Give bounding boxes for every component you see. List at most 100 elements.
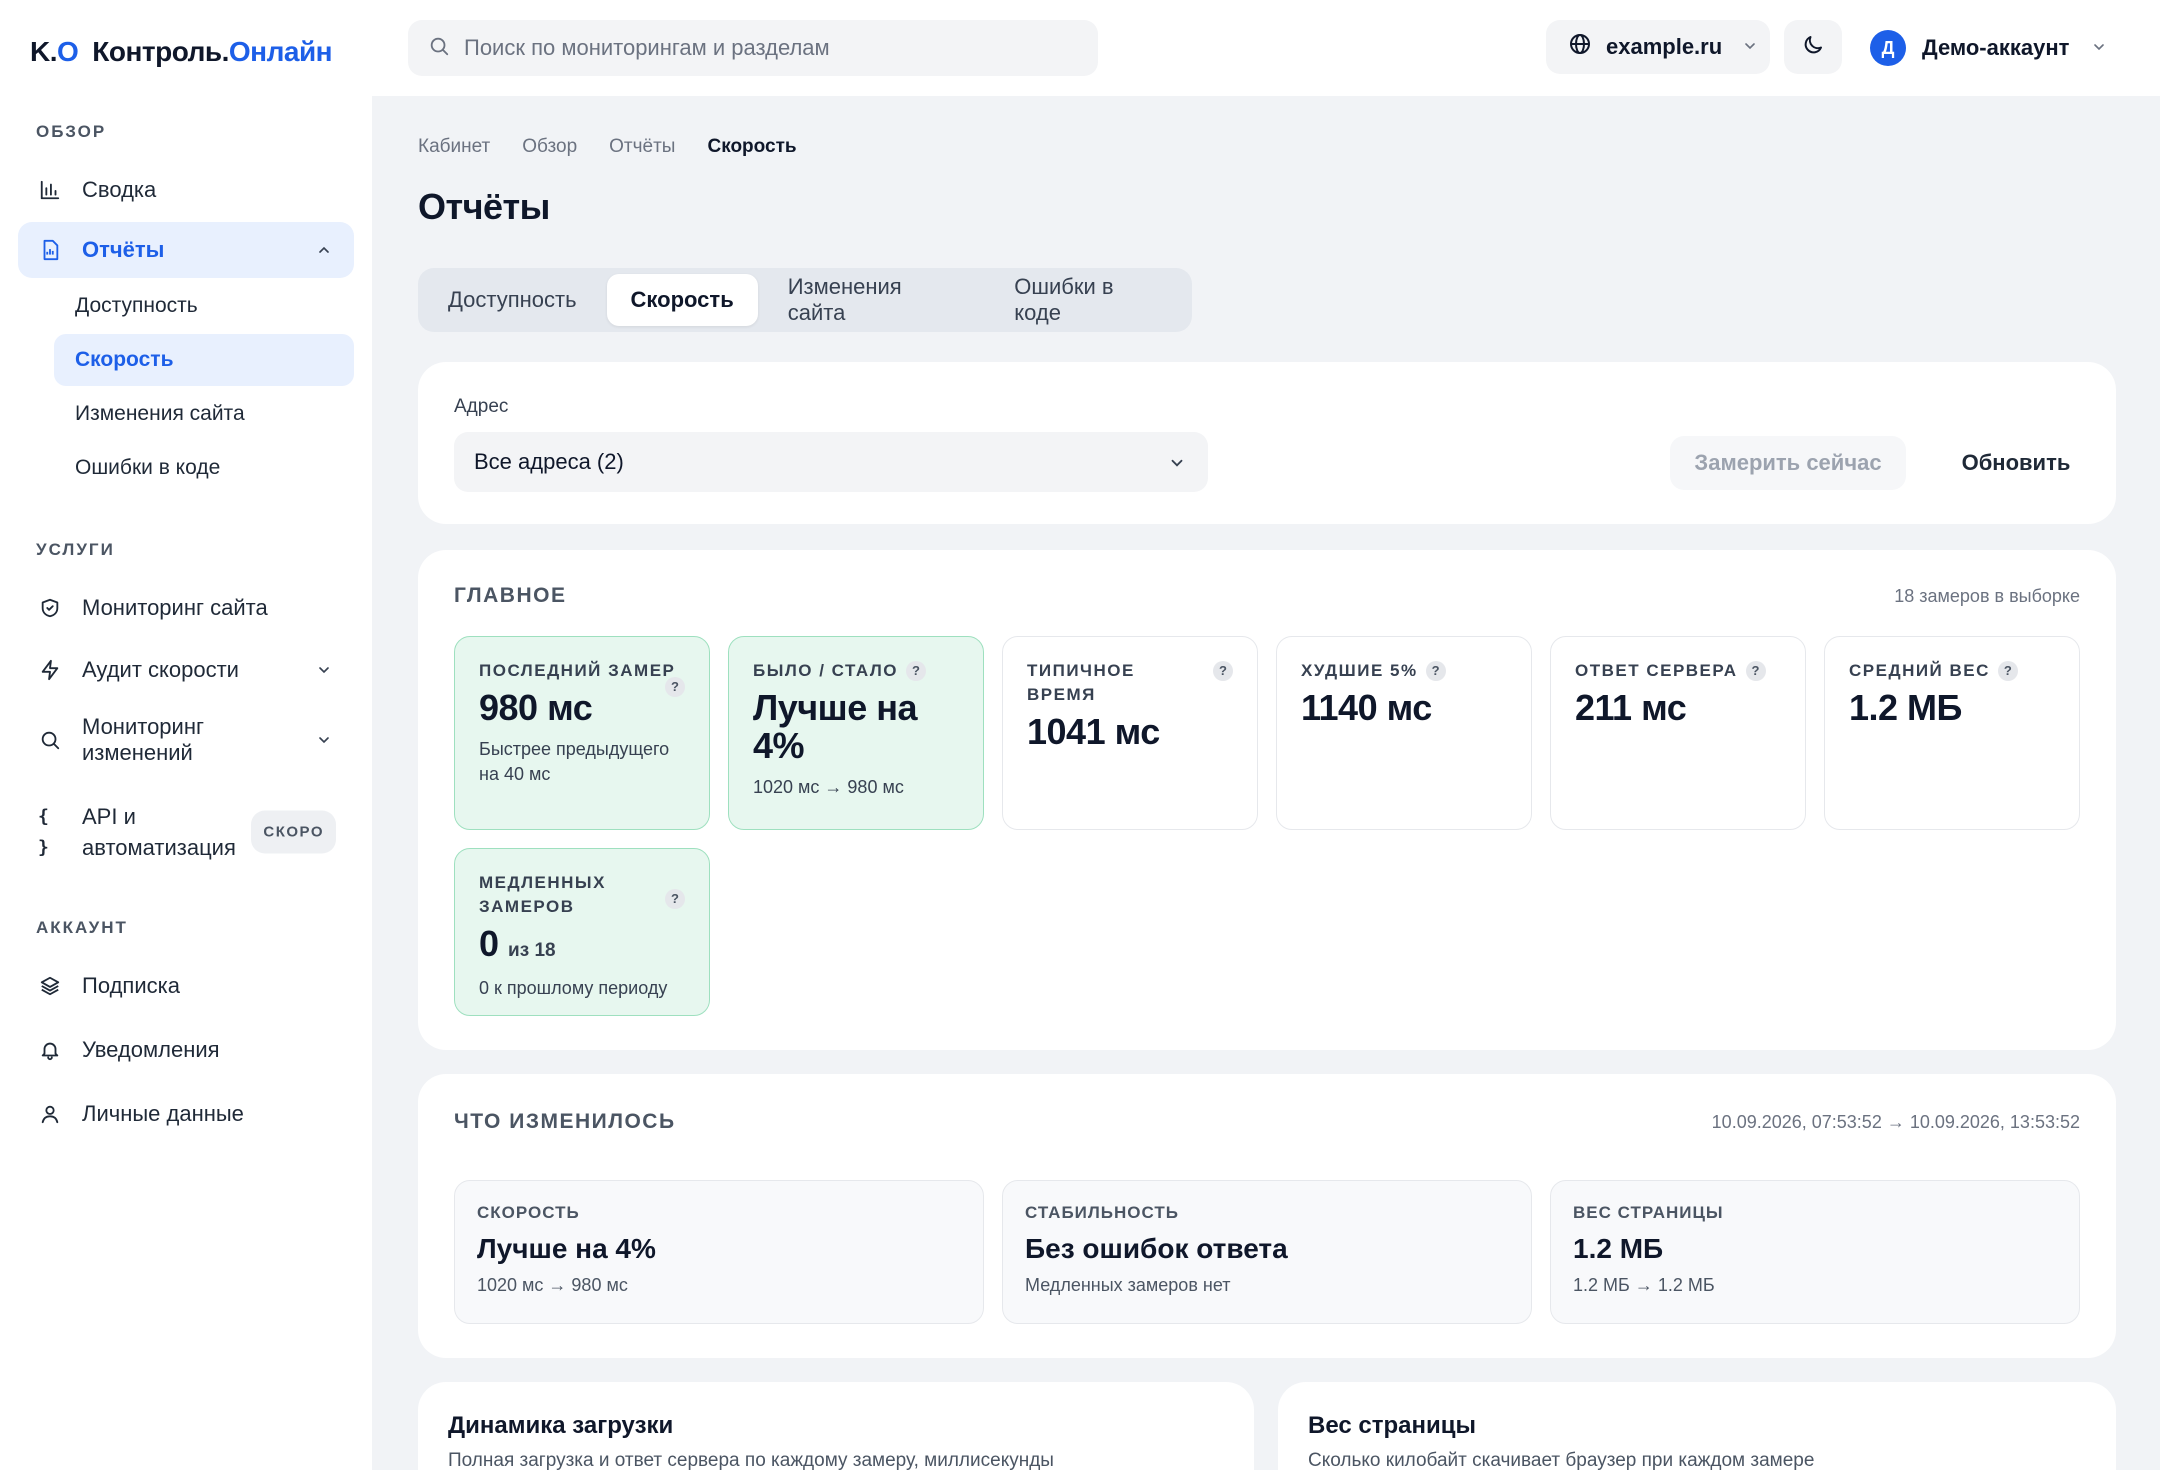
section-title: ЧТО ИЗМЕНИЛОСЬ: [454, 1110, 676, 1133]
metric-value: 980 мс: [479, 687, 593, 728]
logo-name-accent: Онлайн: [228, 36, 333, 67]
help-icon[interactable]: ?: [1425, 661, 1446, 681]
tab-speed[interactable]: Скорость: [606, 274, 758, 326]
sidebar-subitem-speed[interactable]: Скорость: [54, 334, 354, 386]
sidebar-item-personal-data[interactable]: Личные данные: [18, 1086, 354, 1142]
logo-name: Контроль.: [92, 36, 229, 67]
tab-code-errors[interactable]: Ошибки в коде: [990, 274, 1186, 326]
change-sub: Медленных замеров нет: [1025, 1275, 1231, 1295]
chevron-down-icon: [1742, 34, 1758, 60]
sidebar-item-notifications[interactable]: Уведомления: [18, 1022, 354, 1078]
sidebar-subitem-availability[interactable]: Доступность: [54, 280, 354, 332]
change-speed: Скорость Лучше на 4% 1020 мс → 980 мс: [454, 1180, 984, 1324]
sidebar-item-label: Мониторинг изменений: [82, 714, 205, 765]
breadcrumb-reports[interactable]: Отчёты: [609, 136, 675, 158]
layers-icon: [38, 974, 62, 998]
metric-value: 0 из 18: [479, 923, 556, 964]
help-icon[interactable]: ?: [1997, 661, 2018, 681]
main-metrics-card: ГЛАВНОЕ 18 замеров в выборке Последний з…: [418, 550, 2116, 1050]
sidebar-item-label: API и автоматизация: [82, 804, 236, 860]
domain-label: example.ru: [1606, 34, 1723, 59]
address-select[interactable]: Все адреса (2): [454, 432, 1208, 492]
refresh-button[interactable]: Обновить: [1926, 436, 2106, 490]
report-file-icon: [38, 238, 62, 262]
chevron-down-icon: [316, 662, 332, 678]
theme-toggle-button[interactable]: [1784, 20, 1842, 74]
change-sub: 1020 мс → 980 мс: [477, 1275, 628, 1295]
sidebar-item-label: Сводка: [82, 177, 157, 202]
metric-label: Типичное время?: [1027, 659, 1233, 707]
chevron-down-icon: [2091, 35, 2107, 61]
lightning-icon: [38, 658, 62, 682]
search-icon: [428, 35, 450, 62]
metric-server-response: Ответ сервера? 211 мс: [1550, 636, 1806, 830]
page-weight-panel: Вес страницы Сколько килобайт скачивает …: [1278, 1382, 2116, 1470]
sidebar-section-overview: ОБЗОР: [36, 122, 107, 141]
help-icon[interactable]: ?: [665, 889, 685, 909]
metric-value: Лучше на 4%: [753, 687, 917, 766]
tab-site-changes[interactable]: Изменения сайта: [764, 274, 985, 326]
panel-title: Динамика загрузки: [448, 1412, 674, 1439]
logo[interactable]: K.O Контроль. Онлайн: [30, 32, 333, 72]
sidebar-item-summary[interactable]: Сводка: [18, 162, 354, 218]
change-value: Без ошибок ответа: [1025, 1233, 1288, 1264]
chevron-down-icon: [1168, 452, 1186, 478]
help-icon[interactable]: ?: [665, 677, 685, 697]
sidebar-item-subscription[interactable]: Подписка: [18, 958, 354, 1014]
metric-label: Ответ сервера?: [1575, 659, 1781, 683]
bell-icon: [38, 1038, 62, 1062]
account-menu[interactable]: Д Демо-аккаунт: [1870, 28, 2107, 68]
sidebar-item-site-monitoring[interactable]: Мониторинг сайта: [18, 580, 354, 636]
metric-typical-time: Типичное время? 1041 мс: [1002, 636, 1258, 830]
sidebar-section-services: УСЛУГИ: [36, 540, 115, 559]
change-stability: Стабильность Без ошибок ответа Медленных…: [1002, 1180, 1532, 1324]
metric-value: 1140 мс: [1301, 687, 1432, 728]
magnifier-icon: [38, 728, 62, 752]
sidebar-item-change-monitoring[interactable]: Мониторинг изменений: [18, 704, 354, 776]
page-title: Отчёты: [418, 186, 550, 227]
change-value: 1.2 МБ: [1573, 1233, 1664, 1264]
globe-icon: [1568, 32, 1592, 62]
change-value: Лучше на 4%: [477, 1233, 656, 1264]
soon-badge: СКОРО: [251, 810, 336, 854]
panel-subtitle: Полная загрузка и ответ сервера по каждо…: [448, 1450, 1054, 1470]
shield-check-icon: [38, 596, 62, 620]
metric-worst-5: Худшие 5%? 1140 мс: [1276, 636, 1532, 830]
change-label: Скорость: [477, 1203, 580, 1222]
bar-chart-icon: [38, 178, 62, 202]
sidebar-item-reports[interactable]: Отчёты: [18, 222, 354, 278]
sidebar-item-label: Мониторинг сайта: [82, 595, 268, 620]
search-input[interactable]: [464, 35, 1064, 61]
measure-now-button[interactable]: Замерить сейчас: [1670, 436, 1906, 490]
breadcrumb-cabinet[interactable]: Кабинет: [418, 136, 490, 158]
help-icon[interactable]: ?: [1213, 661, 1233, 681]
sidebar-subitem-code-errors[interactable]: Ошибки в коде: [54, 442, 354, 494]
metric-value: 1041 мс: [1027, 711, 1160, 752]
breadcrumb-overview[interactable]: Обзор: [522, 136, 577, 158]
avatar: Д: [1870, 30, 1906, 66]
help-icon[interactable]: ?: [906, 661, 926, 681]
filter-card: Адрес Все адреса (2) Замерить сейчас Обн…: [418, 362, 2116, 524]
change-page-weight: Вес страницы 1.2 МБ 1.2 МБ → 1.2 МБ: [1550, 1180, 2080, 1324]
panel-title: Вес страницы: [1308, 1412, 1476, 1439]
metric-sub: 1020 мс → 980 мс: [753, 777, 904, 797]
address-value: Все адреса (2): [474, 449, 624, 474]
domain-select[interactable]: example.ru: [1546, 20, 1770, 74]
sidebar-item-speed-audit[interactable]: Аудит скорости: [18, 642, 354, 698]
load-dynamics-panel: Динамика загрузки Полная загрузка и отве…: [418, 1382, 1254, 1470]
sidebar-subitem-site-changes[interactable]: Изменения сайта: [54, 388, 354, 440]
changes-period: 10.09.2026, 07:53:52 → 10.09.2026, 13:53…: [1711, 1112, 2080, 1132]
report-tabs: Доступность Скорость Изменения сайта Оши…: [418, 268, 1192, 332]
sidebar-item-api[interactable]: { } API и автоматизация СКОРО: [18, 792, 354, 872]
sample-count: 18 замеров в выборке: [1894, 586, 2080, 606]
user-icon: [38, 1102, 62, 1126]
metric-value: 1.2 МБ: [1849, 687, 1962, 728]
top-header: K.O Контроль.Онлайн example.ru Д Демо-ак…: [0, 0, 2160, 96]
sidebar-item-label: Отчёты: [82, 237, 165, 262]
section-title: ГЛАВНОЕ: [454, 584, 567, 607]
search-box[interactable]: [408, 20, 1098, 76]
breadcrumb: Кабинет Обзор Отчёты Скорость: [418, 136, 829, 158]
tab-availability[interactable]: Доступность: [424, 274, 601, 326]
change-label: Стабильность: [1025, 1203, 1179, 1222]
help-icon[interactable]: ?: [1745, 661, 1766, 681]
